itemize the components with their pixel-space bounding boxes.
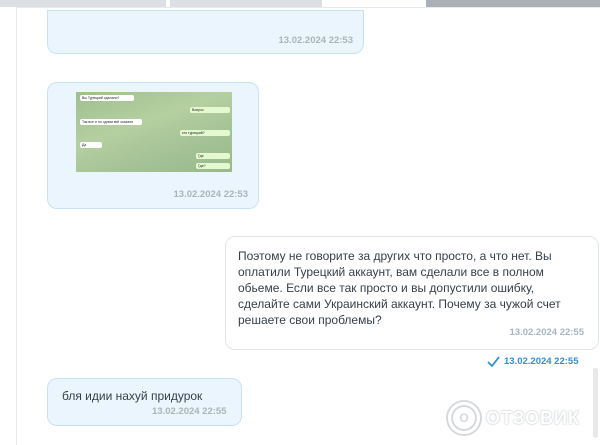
outgoing-message: Поэтому не говорите за других что просто… [225, 236, 599, 350]
message-timestamp: 13.02.2024 22:53 [173, 189, 248, 200]
incoming-message: бля идии нахуй придурок 13.02.2024 22:55 [47, 378, 242, 426]
tab-3[interactable] [326, 0, 422, 7]
tab-4[interactable] [426, 0, 600, 7]
chat-panel: 13.02.2024 22:53 Вы Турецкий сделали? Во… [16, 7, 600, 445]
otzovik-logo-icon: О [448, 402, 480, 434]
incoming-image-message: Вы Турецкий сделали? Вопрос Так все и по… [47, 82, 259, 209]
message-timestamp: 13.02.2024 22:55 [509, 327, 584, 338]
image-chat-line: Вопрос [190, 107, 230, 113]
image-chat-line: Так все и по одним всё сказали [80, 119, 142, 125]
tab-2[interactable] [170, 0, 322, 7]
image-chat-line: Где? [196, 163, 230, 169]
image-chat-line: кто турецкий? [180, 130, 230, 136]
image-chat-line: Где [196, 153, 230, 159]
message-text: бля идии нахуй придурок [62, 389, 203, 403]
otzovik-watermark: О ОТЗОВИК [448, 400, 600, 436]
image-chat-line: Да [80, 142, 102, 148]
delivery-status: 13.02.2024 22:55 [487, 354, 578, 368]
image-chat-line: Вы Турецкий сделали? [80, 95, 134, 101]
delivered-time: 13.02.2024 22:55 [504, 355, 579, 367]
incoming-message: 13.02.2024 22:53 [47, 10, 364, 54]
message-text: Поэтому не говорите за других что просто… [238, 249, 561, 327]
tab-bar [0, 0, 600, 7]
message-timestamp: 13.02.2024 22:55 [152, 406, 227, 417]
screenshot-image[interactable]: Вы Турецкий сделали? Вопрос Так все и по… [76, 92, 232, 172]
watermark-text: ОТЗОВИК [486, 407, 580, 428]
tab-1[interactable] [0, 0, 166, 7]
message-timestamp: 13.02.2024 22:53 [278, 35, 353, 46]
checkmark-icon [487, 355, 500, 367]
